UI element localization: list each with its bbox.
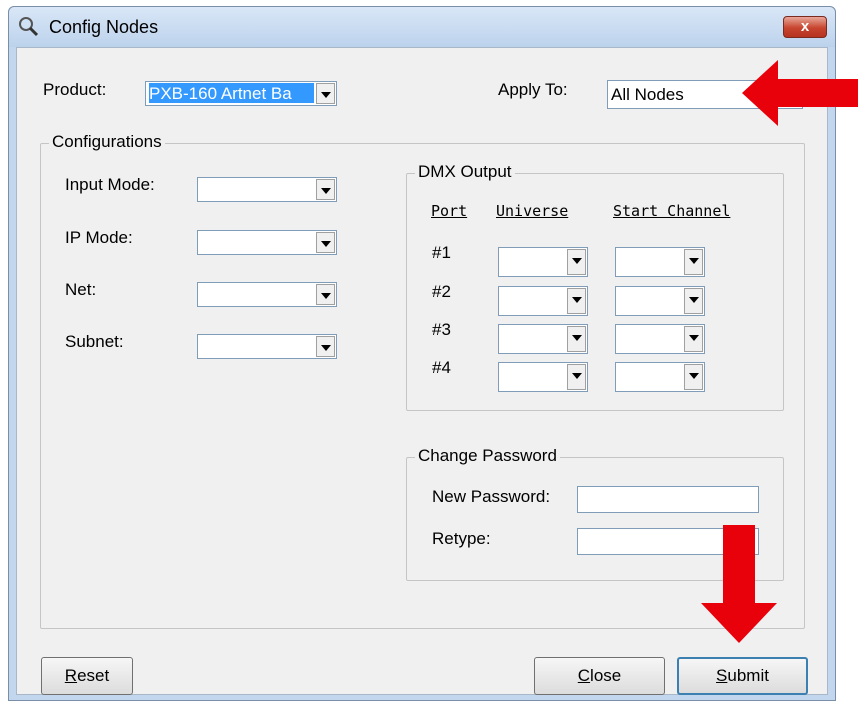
start-channel-select-port-3[interactable] <box>615 324 705 354</box>
universe-select-port-1[interactable] <box>498 247 588 277</box>
close-label: lose <box>590 666 622 685</box>
close-button[interactable]: Close <box>534 657 665 695</box>
net-select[interactable] <box>197 282 337 307</box>
port-label: #3 <box>432 320 451 339</box>
start-channel-header: Start Channel <box>613 202 731 220</box>
dmx-output-title: DMX Output <box>415 162 515 182</box>
product-select[interactable]: PXB-160 Artnet Ba <box>145 81 337 106</box>
universe-select-port-2[interactable] <box>498 286 588 316</box>
ip-mode-select[interactable] <box>197 230 337 255</box>
window-title: Config Nodes <box>49 17 159 37</box>
chevron-down-icon[interactable] <box>316 336 335 357</box>
down-arrow-annotation-icon <box>701 525 777 643</box>
title-bar[interactable]: Config Nodes x <box>9 7 835 47</box>
magnifier-icon <box>19 17 39 37</box>
chevron-down-icon[interactable] <box>567 364 586 390</box>
net-value <box>201 284 314 304</box>
configurations-title: Configurations <box>49 132 165 152</box>
new-password-label: New Password: <box>432 487 551 506</box>
dmx-output-group: DMX Output Port Universe Start Channel #… <box>406 162 784 411</box>
port-label: #1 <box>432 243 451 262</box>
chevron-down-icon[interactable] <box>316 83 335 104</box>
product-label: Product: <box>43 80 107 99</box>
chevron-down-icon[interactable] <box>567 249 586 275</box>
universe-select-port-3[interactable] <box>498 324 588 354</box>
chevron-down-icon[interactable] <box>316 232 335 253</box>
chevron-down-icon[interactable] <box>684 249 703 275</box>
close-icon: x <box>800 18 810 35</box>
change-password-title: Change Password <box>415 446 560 466</box>
new-password-field[interactable] <box>577 486 759 513</box>
chevron-down-icon[interactable] <box>567 288 586 314</box>
subnet-label: Subnet: <box>65 332 124 351</box>
chevron-down-icon[interactable] <box>316 179 335 200</box>
submit-button[interactable]: Submit <box>677 657 808 695</box>
chevron-down-icon[interactable] <box>684 326 703 352</box>
subnet-select[interactable] <box>197 334 337 359</box>
ip-mode-label: IP Mode: <box>65 228 133 247</box>
input-mode-select[interactable] <box>197 177 337 202</box>
input-mode-label: Input Mode: <box>65 175 155 194</box>
universe-header: Universe <box>496 202 569 220</box>
chevron-down-icon[interactable] <box>684 364 703 390</box>
configurations-group: Configurations Input Mode: IP Mode: Net:… <box>40 132 805 629</box>
submit-label: ubmit <box>727 666 769 685</box>
ip-mode-value <box>201 232 314 252</box>
chevron-down-icon[interactable] <box>567 326 586 352</box>
reset-button[interactable]: Reset <box>41 657 133 695</box>
close-mnemonic: C <box>577 666 591 685</box>
start-channel-select-port-1[interactable] <box>615 247 705 277</box>
submit-mnemonic: S <box>716 666 728 685</box>
start-channel-select-port-2[interactable] <box>615 286 705 316</box>
chevron-down-icon[interactable] <box>316 284 335 305</box>
subnet-value <box>201 336 314 356</box>
port-header: Port <box>431 202 468 220</box>
apply-to-label: Apply To: <box>498 80 568 99</box>
product-select-value: PXB-160 Artnet Ba <box>149 83 314 103</box>
reset-mnemonic: R <box>64 666 78 685</box>
start-channel-select-port-4[interactable] <box>615 362 705 392</box>
universe-select-port-4[interactable] <box>498 362 588 392</box>
left-arrow-annotation-icon <box>742 60 858 126</box>
window-close-button[interactable]: x <box>783 16 827 38</box>
net-label: Net: <box>65 280 97 299</box>
reset-label: eset <box>77 666 110 685</box>
port-label: #4 <box>432 358 451 377</box>
port-label: #2 <box>432 282 451 301</box>
retype-label: Retype: <box>432 529 491 548</box>
chevron-down-icon[interactable] <box>684 288 703 314</box>
input-mode-value <box>201 179 314 199</box>
new-password-input[interactable] <box>578 487 758 512</box>
